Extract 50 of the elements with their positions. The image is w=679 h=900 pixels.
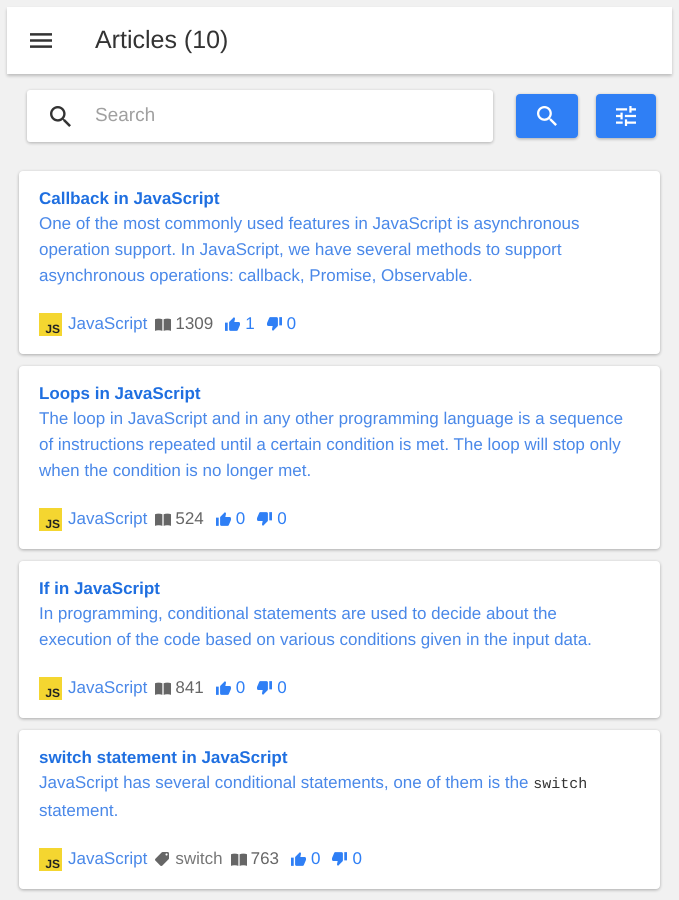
category-link[interactable]: JavaScript (68, 849, 148, 869)
tag-icon (155, 852, 170, 866)
thumbs-down-icon (257, 512, 272, 526)
view-count: 841 (175, 678, 204, 698)
search-button[interactable] (516, 94, 578, 138)
menu-icon[interactable] (30, 33, 52, 48)
filter-button[interactable] (596, 94, 656, 138)
view-count: 524 (175, 509, 204, 529)
thumbs-down-icon (332, 852, 348, 866)
category-logo: JS (39, 848, 62, 870)
dislike-button[interactable]: 0 (332, 849, 362, 869)
article-description: In programming, conditional statements are used to decide about the execution of the code based on various conditions given in the input data. (39, 603, 593, 651)
thumbs-down-icon (257, 681, 272, 695)
sliders-icon (616, 106, 636, 126)
thumbs-up-icon (225, 317, 240, 331)
category-logo: JS (39, 312, 62, 336)
like-button[interactable]: 0 (216, 678, 246, 698)
book-icon (230, 852, 247, 866)
view-count: 763 (250, 849, 279, 869)
article-description: JavaScript has several conditional statements, one of them is the switch statement. (39, 772, 588, 822)
thumbs-up-icon (216, 681, 231, 695)
like-button[interactable]: 0 (290, 849, 320, 869)
thumbs-down-icon (266, 317, 282, 331)
search-icon (537, 106, 557, 126)
category-link[interactable]: JavaScript (68, 678, 148, 698)
search-icon (50, 106, 71, 127)
article-title-link[interactable]: switch statement in JavaScript (39, 746, 288, 770)
book-icon (155, 512, 172, 526)
like-button[interactable]: 0 (216, 509, 246, 529)
category-link[interactable]: JavaScript (68, 314, 148, 334)
thumbs-up-icon (290, 852, 306, 866)
article-description: One of the most commonly used features in JavaScript is asynchronous operation support. In JavaScript, we have several methods to support asynchronous operations: callback, Promise, Observable. (39, 213, 580, 287)
article-title-link[interactable]: Loops in JavaScript (39, 382, 201, 406)
tag-link[interactable]: switch (175, 849, 223, 869)
search-field[interactable]: Search (27, 90, 493, 142)
article-description: The loop in JavaScript and in any other programming language is a sequence of instructions repeated until a certain condition is met. The loop will stop only when the condition is no longer met. (39, 408, 624, 482)
article-title-link[interactable]: Callback in JavaScript (39, 187, 220, 211)
book-icon (155, 318, 172, 330)
page-title: Articles (10) (95, 26, 228, 55)
category-logo: JS (39, 676, 62, 700)
article-title-link[interactable]: If in JavaScript (39, 577, 160, 601)
thumbs-up-icon (216, 512, 231, 526)
category-logo: JS (39, 508, 62, 530)
like-button[interactable]: 1 (225, 314, 255, 334)
dislike-button[interactable]: 0 (257, 509, 287, 529)
view-count: 1309 (175, 314, 214, 334)
dislike-button[interactable]: 0 (266, 314, 296, 334)
dislike-button[interactable]: 0 (257, 678, 287, 698)
category-link[interactable]: JavaScript (68, 509, 148, 529)
book-icon (155, 682, 172, 694)
